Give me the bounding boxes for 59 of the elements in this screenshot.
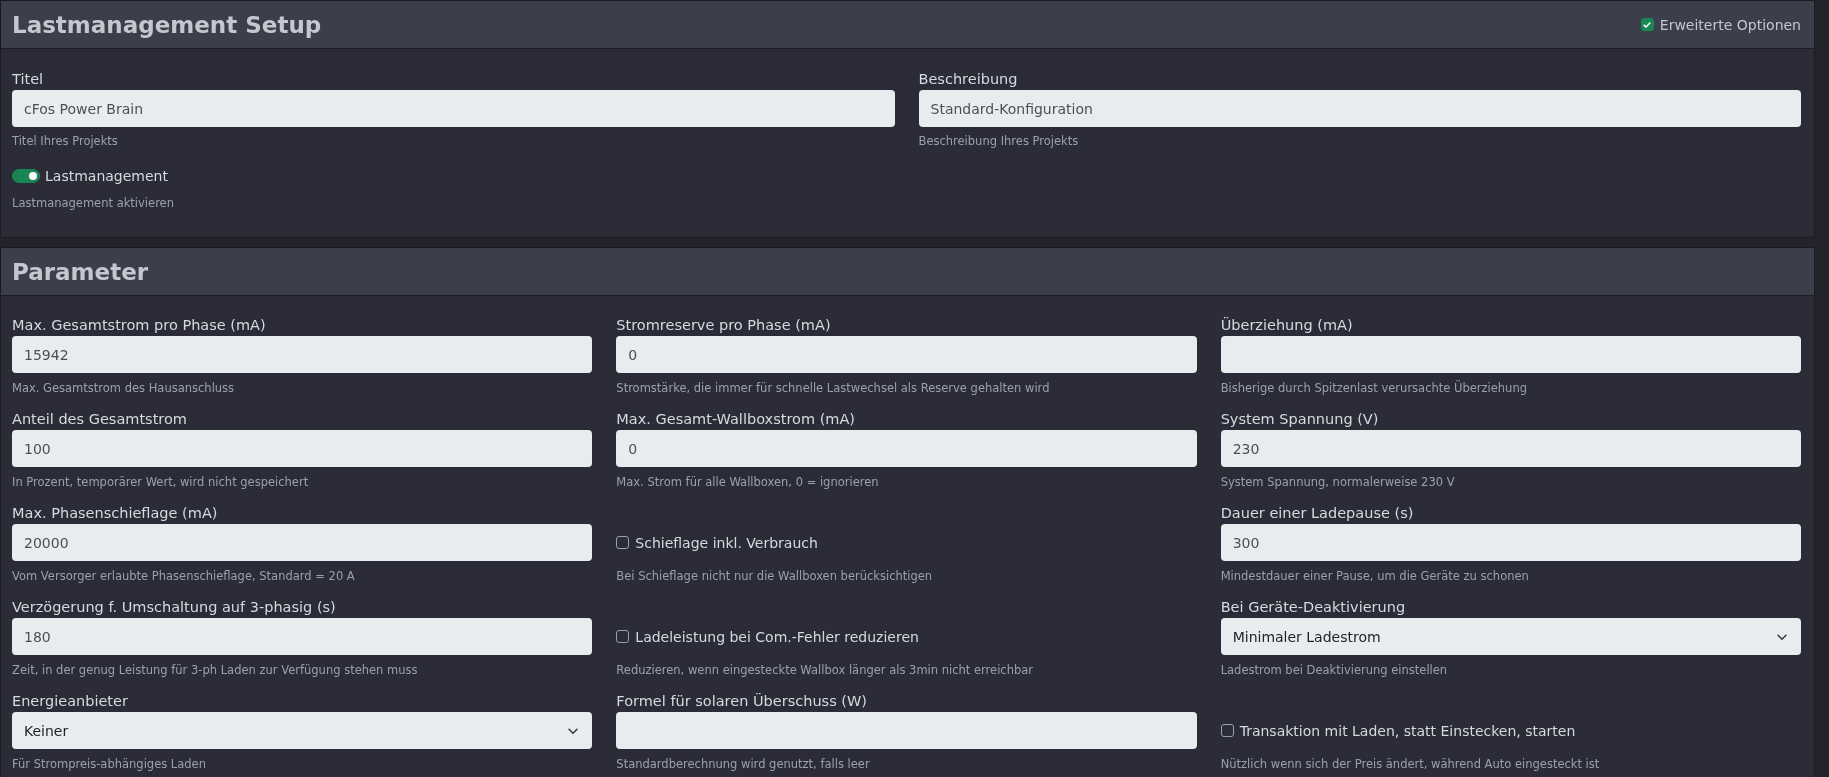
input-field[interactable]: cFos Power Brain [12, 90, 895, 127]
dropdown[interactable]: Minimaler Ladestrom [1220, 618, 1801, 655]
field-label: Formel für solaren Überschuss (W) [616, 692, 868, 711]
field-label: Überziehung (mA) [1220, 316, 1354, 335]
help-text: Bisherige durch Spitzenlast verursachte Überziehung [1220, 379, 1528, 397]
input-field[interactable] [616, 712, 1197, 749]
field-label: Anteil des Gesamtstrom [12, 410, 188, 429]
check-icon [1642, 19, 1653, 30]
help-text: Titel Ihres Projekts [12, 133, 119, 150]
input-field[interactable]: 20000 [12, 524, 593, 561]
help-text: Vom Versorger erlaubte Phasenschieflage, Standard = 20 A [12, 568, 356, 585]
help-text: Ladestrom bei Deaktivierung einstellen [1220, 662, 1449, 679]
checkbox[interactable] [1220, 724, 1234, 737]
help-text: Reduzieren, wenn eingesteckte Wallbox länger als 3min nicht erreichbar [616, 662, 1034, 679]
help-text: Stromstärke, die immer für schnelle Lastwechsel als Reserve gehalten wird [616, 380, 1051, 397]
input-field[interactable]: 180 [12, 618, 593, 655]
help-text: Beschreibung Ihres Projekts [918, 133, 1080, 150]
checkbox-label: Transaktion mit Laden, statt Einstecken, starten [1239, 722, 1576, 739]
input-field[interactable]: 100 [12, 430, 593, 467]
dropdown[interactable]: Keiner [12, 712, 593, 749]
section-title: Lastmanagement Setup [12, 11, 322, 38]
help-text: In Prozent, temporärer Wert, wird nicht gespeichert [12, 474, 310, 491]
checkbox-label: Ladeleistung bei Com.-Fehler reduzieren [635, 628, 919, 645]
checkbox[interactable] [616, 630, 630, 643]
field-label: Max. Gesamt-Wallboxstrom (mA) [616, 410, 856, 429]
section-title: Parameter [12, 258, 149, 285]
input-field[interactable] [1220, 336, 1801, 373]
help-text: Für Strompreis-abhängiges Laden [12, 756, 207, 773]
help-text: Zeit, in der genug Leistung für 3-ph Laden zur Verfügung stehen muss [12, 662, 419, 679]
field-label: Stromreserve pro Phase (mA) [616, 316, 832, 335]
help-text: Max. Gesamtstrom des Hausanschluss [12, 380, 236, 397]
field-label: Verzögerung f. Umschaltung auf 3-phasig (s) [12, 598, 337, 617]
checkbox[interactable] [616, 536, 630, 549]
field-label: Max. Phasenschieflage (mA) [12, 504, 219, 523]
field-label: Titel [12, 70, 45, 89]
field-label: Energieanbieter [12, 692, 129, 711]
input-field[interactable]: 0 [616, 336, 1197, 373]
field-label: Beschreibung [918, 70, 1019, 89]
checkbox-label: Erweiterte Optionen [1659, 16, 1801, 33]
field-label: System Spannung (V) [1220, 410, 1380, 429]
input-field[interactable]: 15942 [12, 336, 593, 373]
input-field[interactable]: 230 [1220, 430, 1801, 467]
input-field[interactable]: 0 [616, 430, 1197, 467]
field-label: Bei Geräte-Deaktivierung [1220, 598, 1407, 617]
checkbox[interactable] [1640, 18, 1654, 31]
toggle-label: Lastmanagement [45, 168, 168, 184]
help-text: Mindestdauer einer Pause, um die Geräte zu schonen [1220, 568, 1530, 585]
help-text: Nützlich wenn sich der Preis ändert, während Auto eingesteckt ist [1220, 756, 1601, 773]
help-text: System Spannung, normalerweise 230 V [1220, 474, 1456, 491]
help-text: Max. Strom für alle Wallboxen, 0 = ignorieren [616, 474, 880, 491]
input-field[interactable]: 300 [1220, 524, 1801, 561]
help-text: Lastmanagement aktivieren [12, 195, 175, 212]
help-text: Bei Schieflage nicht nur die Wallboxen berücksichtigen [616, 568, 934, 585]
checkbox-label: Schieflage inkl. Verbrauch [635, 534, 818, 551]
field-label: Dauer einer Ladepause (s) [1220, 504, 1415, 523]
input-field[interactable]: Standard-Konfiguration [918, 90, 1801, 127]
field-label: Max. Gesamtstrom pro Phase (mA) [12, 316, 267, 335]
help-text: Standardberechnung wird genutzt, falls leer [616, 756, 871, 773]
toggle-switch[interactable] [12, 169, 40, 183]
